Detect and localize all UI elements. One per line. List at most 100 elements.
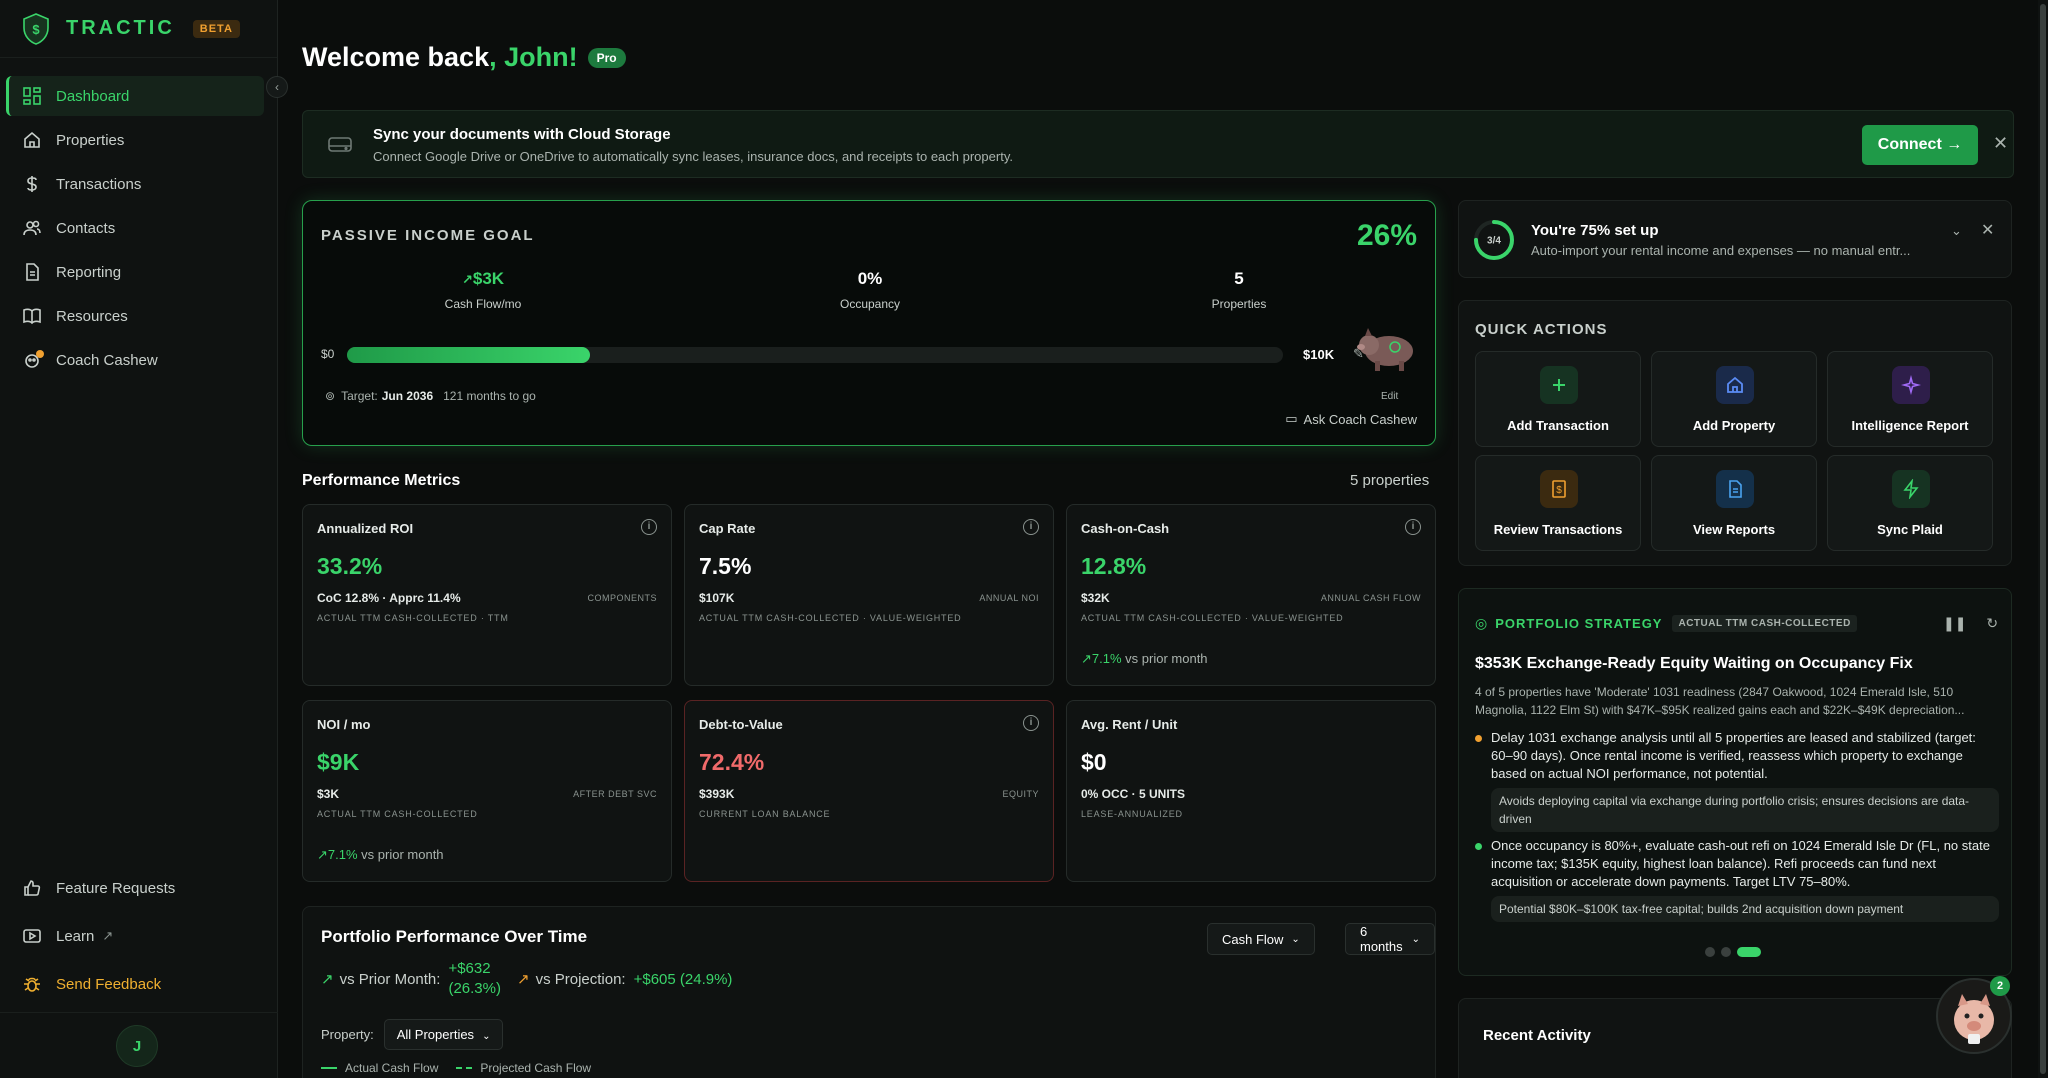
metric-card-noi-mo[interactable]: NOI / mo $9K $3K AFTER DEBT SVC ACTUAL T… xyxy=(302,700,672,882)
metric-sub-label: ANNUAL CASH FLOW xyxy=(1320,593,1421,603)
add-property-button[interactable]: Add Property xyxy=(1651,351,1817,447)
metric-footnote: LEASE-ANNUALIZED xyxy=(1081,809,1183,819)
recent-activity-title: Recent Activity xyxy=(1483,1027,1591,1044)
sidebar-item-resources[interactable]: Resources xyxy=(6,296,264,336)
carousel-dot[interactable] xyxy=(1721,947,1731,957)
refresh-icon[interactable]: ↻ xyxy=(1986,615,1998,631)
metric-sub-label: COMPONENTS xyxy=(587,593,657,603)
info-icon[interactable]: i xyxy=(1023,519,1039,535)
metric-sub: CoC 12.8% · Apprc 11.4% xyxy=(317,591,461,605)
video-icon xyxy=(23,929,41,943)
sidebar-item-learn[interactable]: Learn ↗ xyxy=(6,914,264,958)
setup-progress-card[interactable]: 3/4 You're 75% set up Auto-import your r… xyxy=(1458,200,2012,278)
setup-subtitle: Auto-import your rental income and expen… xyxy=(1531,243,1911,258)
scrollbar-thumb[interactable] xyxy=(2040,4,2046,1074)
legend-projected-label: Projected Cash Flow xyxy=(480,1061,592,1075)
strategy-item: Once occupancy is 80%+, evaluate cash-ou… xyxy=(1475,837,1999,922)
sidebar-item-label: Reporting xyxy=(56,263,122,281)
svg-text:$: $ xyxy=(1556,485,1562,496)
sidebar-item-label: Properties xyxy=(56,131,125,149)
metric-sub: $393K xyxy=(699,787,735,801)
sidebar-item-label: Learn xyxy=(56,927,95,945)
metric-sub-label: EQUITY xyxy=(1002,789,1039,799)
sidebar-item-reporting[interactable]: Reporting xyxy=(6,252,264,292)
add-transaction-button[interactable]: Add Transaction xyxy=(1475,351,1641,447)
shield-logo-icon: $ xyxy=(23,12,49,45)
carousel-dot[interactable] xyxy=(1705,947,1715,957)
sidebar-item-coach-cashew[interactable]: Coach Cashew xyxy=(6,340,264,380)
sidebar-item-contacts[interactable]: Contacts xyxy=(6,208,264,248)
clock-icon: ⊚ xyxy=(325,389,336,403)
external-link-icon: ↗ xyxy=(102,928,114,943)
close-icon[interactable]: ✕ xyxy=(1993,133,2008,154)
portfolio-performance-title: Portfolio Performance Over Time xyxy=(321,927,588,946)
comparison-row: ↗ vs Prior Month: +$632 (26.3%) ↗ vs Proj… xyxy=(321,959,732,999)
target-date: Jun 2036 xyxy=(381,389,434,403)
avatar[interactable]: J xyxy=(116,1025,158,1067)
connect-button[interactable]: Connect → xyxy=(1862,125,1978,165)
sidebar-nav: Dashboard Properties Transactions Contac… xyxy=(0,76,270,384)
sidebar-item-dashboard[interactable]: Dashboard xyxy=(6,76,264,116)
metric-sub: $107K xyxy=(699,591,735,605)
document-icon xyxy=(1716,470,1754,508)
pause-icon[interactable]: ❚❚ xyxy=(1943,615,1966,631)
trend-up-icon: ↗ xyxy=(461,272,473,287)
property-filter: Property: All Properties ⌄ xyxy=(321,1019,504,1050)
metric-sub: $32K xyxy=(1081,591,1110,605)
performance-metrics-title: Performance Metrics xyxy=(302,472,461,489)
goal-stat-properties: 5 Properties xyxy=(1139,269,1339,311)
trend-up-icon: ↗ xyxy=(1081,651,1092,666)
metric-footnote: ACTUAL TTM CASH-COLLECTED · VALUE-WEIGHT… xyxy=(699,613,962,623)
beta-badge: BETA xyxy=(192,19,240,38)
sidebar-item-properties[interactable]: Properties xyxy=(6,120,264,160)
intelligence-report-button[interactable]: Intelligence Report xyxy=(1827,351,1993,447)
metric-sub-label: ANNUAL NOI xyxy=(979,593,1039,603)
sidebar: $ TRACTIC BETA ‹ Dashboard Properties Tr… xyxy=(0,0,288,1078)
goal-stat-label: Properties xyxy=(1211,297,1267,311)
quick-action-label: Add Transaction xyxy=(1507,418,1609,433)
metric-card-cash-on-cash[interactable]: Cash-on-Cash i 12.8% $32K ANNUAL CASH FL… xyxy=(1066,504,1436,686)
metric-card-annualized-roi[interactable]: Annualized ROI i 33.2% CoC 12.8% · Apprc… xyxy=(302,504,672,686)
close-icon[interactable]: ✕ xyxy=(1981,220,1994,240)
performance-count: 5 properties xyxy=(1350,472,1430,489)
metric-card-cap-rate[interactable]: Cap Rate i 7.5% $107K ANNUAL NOI ACTUAL … xyxy=(684,504,1054,686)
portfolio-performance-card: Portfolio Performance Over Time Cash Flo… xyxy=(302,906,1436,1078)
vs-prior-value: +$632 (26.3%) xyxy=(448,960,501,997)
status-dot xyxy=(1475,735,1482,742)
chevron-down-icon[interactable]: ⌄ xyxy=(1951,223,1962,239)
metric-title: Annualized ROI xyxy=(317,521,414,536)
metric-value: 33.2% xyxy=(317,553,383,579)
coach-cashew-fab[interactable]: 2 xyxy=(1936,976,2012,1054)
sync-plaid-button[interactable]: Sync Plaid xyxy=(1827,455,1993,551)
months-to-go: 121 months to go xyxy=(443,389,536,403)
range-select[interactable]: 6 months ⌄ xyxy=(1345,923,1435,955)
goal-stat-value: ↗$3K xyxy=(461,269,505,288)
vs-prior-label: vs Prior Month: xyxy=(339,970,441,988)
lightning-icon xyxy=(1892,470,1930,508)
metric-value: 7.5% xyxy=(699,553,752,579)
metric-footnote: ACTUAL TTM CASH-COLLECTED · VALUE-WEIGHT… xyxy=(1081,613,1344,623)
view-reports-button[interactable]: View Reports xyxy=(1651,455,1817,551)
sidebar-item-transactions[interactable]: Transactions xyxy=(6,164,264,204)
plus-icon xyxy=(1540,366,1578,404)
carousel-dot-active[interactable] xyxy=(1737,947,1761,957)
info-icon[interactable]: i xyxy=(641,519,657,535)
property-select[interactable]: All Properties ⌄ xyxy=(383,1019,504,1050)
goal-stat-occupancy: 0% Occupancy xyxy=(770,269,970,311)
strategy-description: 4 of 5 properties have 'Moderate' 1031 r… xyxy=(1475,685,1965,717)
sidebar-item-send-feedback[interactable]: Send Feedback xyxy=(6,962,264,1006)
sidebar-item-feature-requests[interactable]: Feature Requests xyxy=(6,866,264,910)
thumbs-up-icon xyxy=(24,880,41,896)
info-icon[interactable]: i xyxy=(1023,715,1039,731)
sidebar-item-label: Feature Requests xyxy=(56,879,176,897)
sidebar-item-label: Contacts xyxy=(56,219,116,237)
metric-title: Cap Rate xyxy=(699,521,756,536)
review-transactions-button[interactable]: $ Review Transactions xyxy=(1475,455,1641,551)
vs-projection-label: vs Projection: xyxy=(535,970,626,988)
edit-goal-link[interactable]: Edit xyxy=(1381,391,1398,402)
ask-coach-button[interactable]: ▭ Ask Coach Cashew xyxy=(1285,411,1417,427)
info-icon[interactable]: i xyxy=(1405,519,1421,535)
metric-select[interactable]: Cash Flow ⌄ xyxy=(1207,923,1315,955)
metric-card-avg-rent-unit[interactable]: Avg. Rent / Unit $0 0% OCC · 5 UNITS LEA… xyxy=(1066,700,1436,882)
metric-card-debt-to-value[interactable]: Debt-to-Value i 72.4% $393K EQUITY CURRE… xyxy=(684,700,1054,882)
